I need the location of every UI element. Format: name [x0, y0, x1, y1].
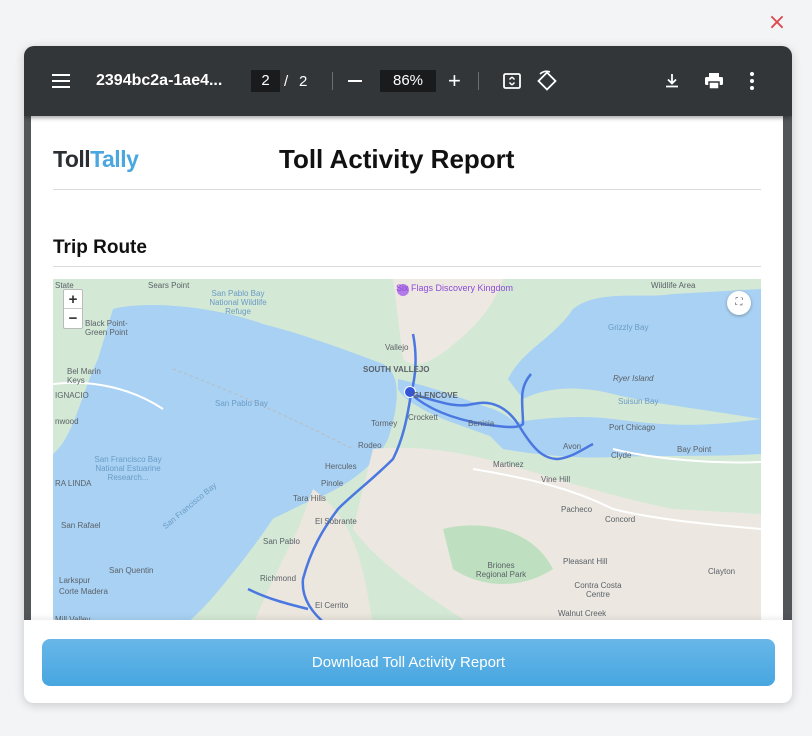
- map-label: Clyde: [611, 451, 632, 460]
- page-total: 2: [299, 72, 308, 90]
- map-label: Black Point-Green Point: [85, 319, 128, 337]
- dialog-footer: Download Toll Activity Report: [24, 620, 792, 703]
- map-label: Vine Hill: [541, 475, 571, 484]
- zoom-in-icon[interactable]: +: [448, 46, 461, 116]
- map-label: Suisun Bay: [618, 397, 659, 406]
- map-label: Clayton: [708, 567, 736, 576]
- map-label: Pleasant Hill: [563, 557, 608, 566]
- more-vertical-icon[interactable]: [749, 46, 755, 116]
- map-label: Tormey: [371, 419, 398, 428]
- pdf-viewer-dialog: 2394bc2a-1ae4... 2 / 2 86% + TollTally T…: [24, 46, 792, 703]
- toolbar-divider: [478, 72, 479, 90]
- map-label: Port Chicago: [609, 423, 656, 432]
- map-label: Avon: [563, 442, 582, 451]
- map-label: State: [55, 281, 74, 290]
- map-label: Contra Costa Centre: [574, 581, 622, 599]
- zoom-out-icon[interactable]: [346, 46, 364, 116]
- close-icon[interactable]: ×: [766, 12, 788, 34]
- menu-icon[interactable]: [52, 46, 70, 116]
- zoom-level-input[interactable]: 86%: [380, 70, 436, 92]
- map-label: Briones Regional Park: [475, 561, 527, 579]
- map-label: San Francisco Bay National Estuarine Res…: [94, 455, 162, 482]
- map-label: Concord: [605, 515, 636, 524]
- download-icon[interactable]: [664, 46, 680, 116]
- page-number-input[interactable]: 2: [251, 70, 280, 92]
- trip-route-map[interactable]: + − ⛶ Six Flags Discovery Kingdom State …: [53, 279, 761, 626]
- map-label: Pacheco: [561, 505, 593, 514]
- map-label: El Sobrante: [315, 517, 357, 526]
- pdf-viewport: TollTally Toll Activity Report Trip Rout…: [24, 116, 792, 626]
- map-label: Vallejo: [385, 343, 409, 352]
- map-label: Sears Point: [148, 281, 190, 290]
- map-label: San Pablo: [263, 537, 300, 546]
- page-separator: /: [284, 72, 289, 90]
- map-label: Benicia: [468, 419, 495, 428]
- map-label: Bay Point: [677, 445, 712, 454]
- map-label: Tara Hills: [293, 494, 326, 503]
- rotate-icon[interactable]: [536, 46, 558, 116]
- map-label: nwood: [55, 417, 79, 426]
- map-label: Ryer Island: [613, 374, 654, 383]
- divider: [53, 189, 761, 190]
- map-label: Larkspur: [59, 576, 91, 585]
- map-base-svg: [53, 279, 761, 626]
- poi-label: Six Flags Discovery Kingdom: [396, 283, 514, 293]
- map-label: Hercules: [325, 462, 357, 471]
- map-label: San Rafael: [61, 521, 101, 530]
- fullscreen-icon[interactable]: ⛶: [727, 291, 751, 315]
- map-label: Rodeo: [358, 441, 382, 450]
- document-title: 2394bc2a-1ae4...: [96, 72, 223, 89]
- map-label: RA LINDA: [55, 479, 92, 488]
- map-label: El Cerrito: [315, 601, 349, 610]
- map-label: SOUTH VALLEJO: [363, 365, 430, 374]
- map-zoom-out-button[interactable]: −: [64, 309, 82, 328]
- map-label: Bel Marin Keys: [67, 367, 101, 385]
- map-label: San Quentin: [109, 566, 154, 575]
- map-label: San Pablo Bay National Wildlife Refuge: [209, 289, 267, 316]
- map-label: Martinez: [493, 460, 524, 469]
- map-label: Pinole: [321, 479, 344, 488]
- tolltally-logo: TollTally: [53, 146, 139, 172]
- map-label: GLENCOVE: [413, 391, 458, 400]
- fit-page-icon[interactable]: [502, 46, 522, 116]
- map-label: Richmond: [260, 574, 297, 583]
- divider: [53, 266, 761, 267]
- map-label: Wildlife Area: [651, 281, 696, 290]
- map-label: Walnut Creek: [558, 609, 607, 618]
- print-icon[interactable]: [704, 46, 724, 116]
- map-label: Grizzly Bay: [608, 323, 649, 332]
- download-report-button[interactable]: Download Toll Activity Report: [42, 639, 775, 686]
- report-title: Toll Activity Report: [279, 144, 515, 174]
- toolbar-divider: [332, 72, 333, 90]
- section-title: Trip Route: [53, 237, 147, 258]
- map-label: Crockett: [408, 413, 438, 422]
- map-zoom-control: + −: [63, 289, 83, 329]
- pdf-toolbar: 2394bc2a-1ae4... 2 / 2 86% +: [24, 46, 792, 116]
- map-label: Corte Madera: [59, 587, 108, 596]
- map-label: San Pablo Bay: [215, 399, 268, 408]
- pdf-page: TollTally Toll Activity Report Trip Rout…: [31, 116, 783, 626]
- map-zoom-in-button[interactable]: +: [64, 290, 82, 309]
- map-label: IGNACIO: [55, 391, 89, 400]
